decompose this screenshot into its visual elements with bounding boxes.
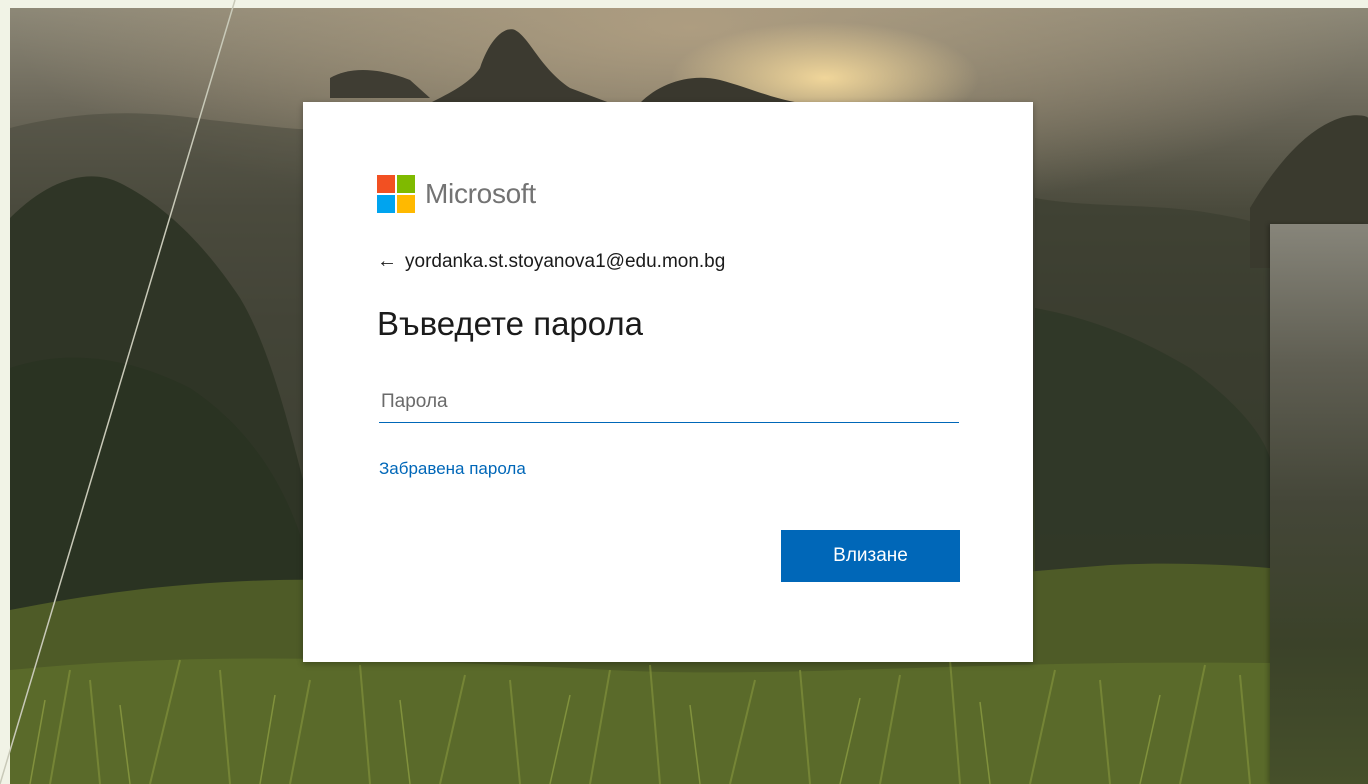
logo-square-yellow: [397, 195, 415, 213]
forgot-password-link[interactable]: Забравена парола: [379, 459, 526, 479]
arrow-left-icon[interactable]: ←: [377, 250, 397, 273]
account-identity: ← yordanka.st.stoyanova1@edu.mon.bg: [377, 250, 725, 273]
brand-name: Microsoft: [425, 178, 536, 209]
logo-square-red: [377, 175, 395, 193]
page: Microsoft ← yordanka.st.stoyanova1@edu.m…: [0, 0, 1368, 784]
password-input[interactable]: [379, 382, 959, 423]
background-window-edge: [1270, 224, 1368, 784]
account-email: yordanka.st.stoyanova1@edu.mon.bg: [405, 250, 726, 272]
page-title: Въведете парола: [377, 305, 644, 342]
sign-in-button[interactable]: Влизане: [781, 530, 960, 582]
logo-square-blue: [377, 195, 395, 213]
logo-square-green: [397, 175, 415, 193]
sign-in-card: Microsoft ← yordanka.st.stoyanova1@edu.m…: [303, 102, 1033, 662]
microsoft-logo-icon: [377, 175, 415, 213]
brand: Microsoft: [377, 175, 536, 213]
